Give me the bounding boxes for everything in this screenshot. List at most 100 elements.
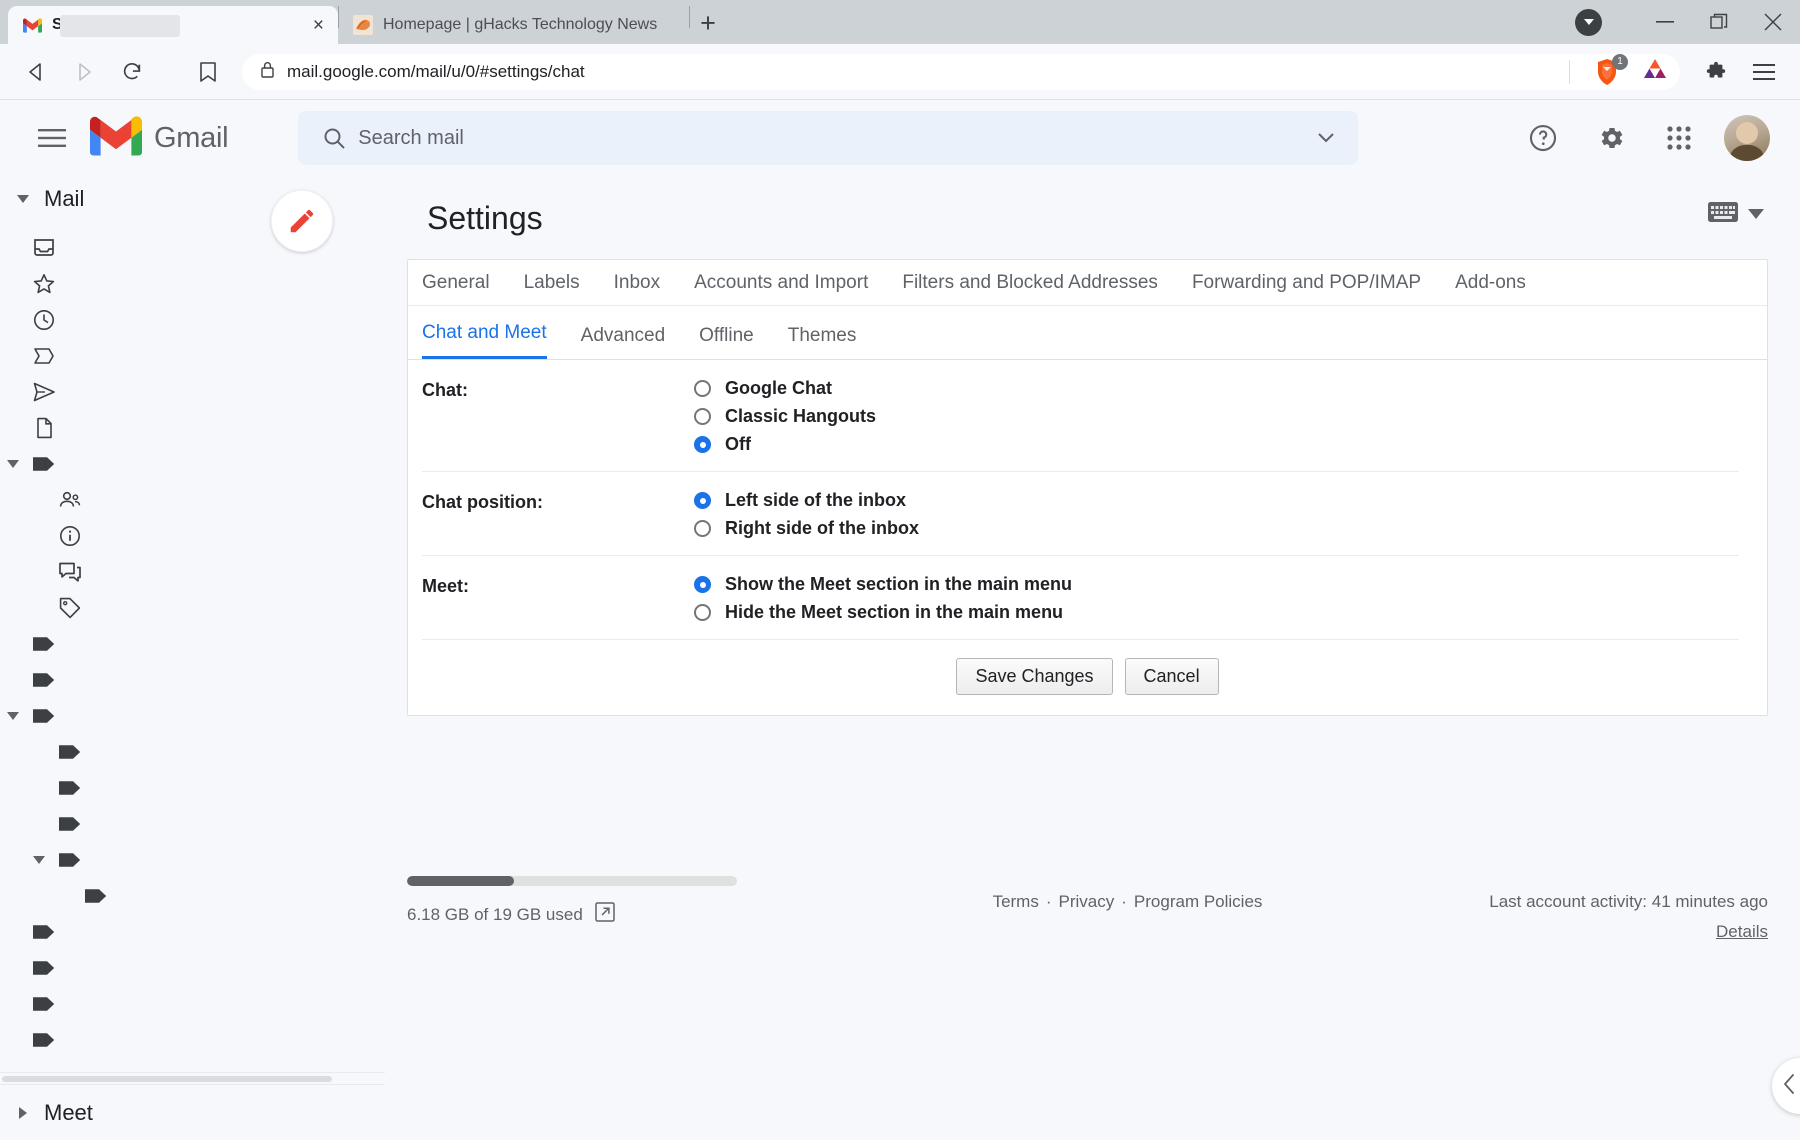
apps-grid-icon[interactable]	[1656, 115, 1702, 161]
sidebar-item-starred[interactable]	[0, 266, 385, 302]
sidebar-item-drafts[interactable]	[0, 410, 385, 446]
sidebar-item-social[interactable]	[0, 482, 385, 518]
sidebar-item-sent[interactable]	[0, 374, 385, 410]
footer-link-privacy[interactable]: Privacy	[1059, 892, 1115, 912]
chevron-down-icon[interactable]	[0, 712, 26, 720]
people-icon	[52, 488, 88, 512]
radio-option[interactable]: Left side of the inbox	[694, 490, 919, 511]
sidebar-item-snoozed[interactable]	[0, 302, 385, 338]
save-changes-button[interactable]: Save Changes	[956, 658, 1112, 695]
close-window-button[interactable]	[1746, 0, 1800, 44]
radio-option[interactable]: Google Chat	[694, 378, 876, 399]
sidebar-item-to-read[interactable]	[0, 806, 385, 842]
sidebar-item-junk-e-mail[interactable]	[0, 986, 385, 1022]
radio-option[interactable]: Hide the Meet section in the main menu	[694, 602, 1072, 623]
radio-button[interactable]	[694, 576, 711, 593]
new-tab-button[interactable]: +	[690, 5, 726, 41]
address-bar-url: mail.google.com/mail/u/0/#settings/chat	[287, 62, 1557, 82]
tab-close-button[interactable]: ×	[313, 16, 324, 35]
settings-tab-filters-and-blocked-addresses[interactable]: Filters and Blocked Addresses	[902, 272, 1158, 294]
search-input[interactable]	[358, 127, 1306, 150]
sidebar-item-mailbox[interactable]	[0, 698, 385, 734]
search-bar[interactable]	[298, 111, 1358, 165]
sidebar: Mail Meet	[0, 176, 385, 1140]
puzzle-icon[interactable]	[1696, 52, 1736, 92]
settings-tab-general[interactable]: General	[422, 272, 490, 294]
sidebar-scroll-area: Mail	[0, 176, 385, 1072]
sidebar-item-test111[interactable]	[0, 1022, 385, 1058]
footer-link-terms[interactable]: Terms	[993, 892, 1039, 912]
gmail-logo[interactable]: Gmail	[90, 116, 228, 161]
radio-option[interactable]: Classic Hangouts	[694, 406, 876, 427]
browser-tab-settings[interactable]: Settings - ×	[8, 6, 338, 44]
radio-option[interactable]: Right side of the inbox	[694, 518, 919, 539]
help-icon[interactable]	[1520, 115, 1566, 161]
settings-tab-inbox[interactable]: Inbox	[614, 272, 660, 294]
settings-actions: Save Changes Cancel	[408, 640, 1767, 715]
sidebar-item-promotions[interactable]	[0, 590, 385, 626]
gear-icon[interactable]	[1588, 115, 1634, 161]
avatar[interactable]	[1724, 115, 1770, 161]
chevron-left-icon	[1782, 1074, 1796, 1099]
last-activity-text: Last account activity: 41 minutes ago	[1489, 892, 1768, 911]
settings-tab-themes[interactable]: Themes	[788, 325, 857, 359]
radio-button[interactable]	[694, 604, 711, 621]
address-bar[interactable]: mail.google.com/mail/u/0/#settings/chat …	[242, 54, 1680, 90]
sidebar-item-categories[interactable]	[0, 446, 385, 482]
settings-row-label: Chat position:	[422, 490, 694, 539]
chevron-down-icon[interactable]	[1748, 206, 1764, 224]
sidebar-item-to-watch[interactable]	[0, 842, 385, 878]
footer-link-program-policies[interactable]: Program Policies	[1134, 892, 1263, 912]
radio-button[interactable]	[694, 492, 711, 509]
external-link-icon[interactable]	[595, 902, 615, 927]
search-options-icon[interactable]	[1306, 133, 1346, 143]
sidebar-item-to-buy[interactable]	[0, 770, 385, 806]
settings-tab-forwarding-and-pop-imap[interactable]: Forwarding and POP/IMAP	[1192, 272, 1421, 294]
bat-rewards-icon[interactable]	[1642, 57, 1668, 86]
brave-shields-icon[interactable]: 1	[1594, 58, 1620, 86]
settings-tab-advanced[interactable]: Advanced	[581, 325, 666, 359]
radio-option[interactable]: Show the Meet section in the main menu	[694, 574, 1072, 595]
settings-tab-add-ons[interactable]: Add-ons	[1455, 272, 1526, 294]
main-menu-icon[interactable]	[26, 112, 78, 164]
minimize-button[interactable]	[1638, 0, 1692, 44]
maximize-restore-button[interactable]	[1692, 0, 1746, 44]
radio-button[interactable]	[694, 436, 711, 453]
sidebar-item-work[interactable]	[0, 878, 385, 914]
sidebar-item-byndletest[interactable]	[0, 914, 385, 950]
sidebar-horizontal-scrollbar[interactable]	[0, 1072, 385, 1084]
settings-tab-labels[interactable]: Labels	[524, 272, 580, 294]
back-icon[interactable]	[16, 52, 56, 92]
settings-tab-chat-and-meet[interactable]: Chat and Meet	[422, 322, 547, 359]
label-icon	[52, 851, 88, 869]
details-link[interactable]: Details	[1348, 922, 1768, 942]
sidebar-item-updates[interactable]	[0, 518, 385, 554]
chevron-down-icon[interactable]	[0, 460, 26, 468]
browser-menu-icon[interactable]	[1744, 52, 1784, 92]
sidebar-item-later[interactable]	[0, 734, 385, 770]
sidebar-nav-list	[0, 230, 385, 1058]
sidebar-item-important[interactable]	[0, 338, 385, 374]
compose-button[interactable]	[271, 190, 333, 252]
sidebar-section-meet[interactable]: Meet	[0, 1084, 385, 1140]
keyboard-icon[interactable]	[1708, 202, 1738, 227]
chevron-down-icon[interactable]	[26, 856, 52, 864]
radio-option[interactable]: Off	[694, 434, 876, 455]
sidebar-item-imap-sent[interactable]	[0, 662, 385, 698]
settings-tab-offline[interactable]: Offline	[699, 325, 754, 359]
keyboard-shortcuts-control[interactable]	[1708, 202, 1764, 227]
bookmark-icon[interactable]	[188, 52, 228, 92]
download-icon[interactable]	[1575, 9, 1602, 36]
browser-tab-ghacks[interactable]: Homepage | gHacks Technology News	[339, 6, 689, 44]
sidebar-item-forums[interactable]	[0, 554, 385, 590]
radio-group: Left side of the inbox Right side of the …	[694, 490, 919, 539]
sidebar-item-daemon[interactable]	[0, 950, 385, 986]
radio-button[interactable]	[694, 380, 711, 397]
sidebar-item-imap-drafts[interactable]	[0, 626, 385, 662]
settings-tab-accounts-and-import[interactable]: Accounts and Import	[694, 272, 868, 294]
radio-button[interactable]	[694, 408, 711, 425]
reload-icon[interactable]	[112, 52, 152, 92]
radio-button[interactable]	[694, 520, 711, 537]
collapse-panel-button[interactable]	[1772, 1058, 1800, 1114]
cancel-button[interactable]: Cancel	[1125, 658, 1219, 695]
